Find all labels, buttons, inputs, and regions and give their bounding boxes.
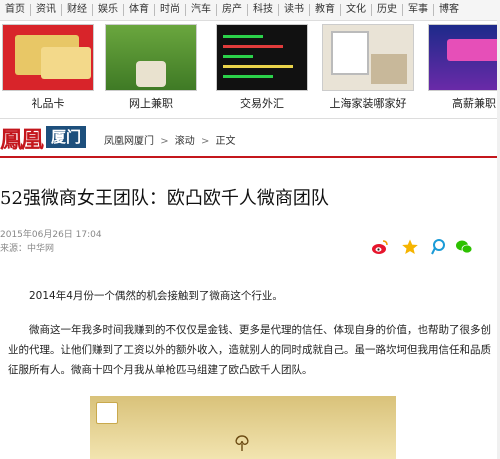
ad-caption[interactable]: 网上兼职: [105, 95, 197, 111]
nav-item-military[interactable]: 军事: [403, 4, 434, 16]
ad-online-job[interactable]: 网上兼职: [105, 24, 197, 111]
article-image[interactable]: [90, 396, 396, 459]
top-navigation: 首页 资讯 财经 娱乐 体育 时尚 汽车 房产 科技 读书 教育 文化 历史 军…: [0, 0, 500, 21]
weibo-icon[interactable]: [371, 238, 389, 256]
ornament-icon: [235, 435, 249, 451]
nav-item-house[interactable]: 房产: [217, 4, 248, 16]
breadcrumb-home[interactable]: 凤凰网厦门: [104, 136, 154, 147]
ad-caption[interactable]: 礼品卡: [2, 95, 94, 111]
ad-image[interactable]: [428, 24, 500, 91]
nav-item-news[interactable]: 资讯: [31, 4, 62, 16]
article-paragraph: 2014年4月份一个偶然的机会接触到了微商这个行业。: [29, 290, 283, 302]
ad-strip: 礼品卡 网上兼职 交易外汇 上海家装哪家好 高薪兼职: [0, 24, 500, 114]
star-icon[interactable]: [401, 238, 419, 256]
ad-high-pay-job[interactable]: 高薪兼职: [428, 24, 500, 111]
nav-item-fashion[interactable]: 时尚: [155, 4, 186, 16]
nav-item-books[interactable]: 读书: [279, 4, 310, 16]
ad-caption[interactable]: 高薪兼职: [428, 95, 500, 111]
breadcrumb-separator: >: [200, 136, 210, 147]
wechat-icon[interactable]: [455, 238, 473, 256]
breadcrumb-current: 正文: [215, 136, 236, 147]
nav-item-history[interactable]: 历史: [372, 4, 403, 16]
nav-item-auto[interactable]: 汽车: [186, 4, 217, 16]
site-logo[interactable]: 鳳凰 厦门: [0, 120, 87, 154]
logo-city[interactable]: 厦门: [46, 126, 87, 148]
divider: [0, 118, 500, 119]
breadcrumb-separator: >: [160, 136, 169, 147]
ad-gift-card[interactable]: 礼品卡: [2, 24, 94, 111]
nav-item-culture[interactable]: 文化: [341, 4, 372, 16]
article-source: 来源：中华网: [0, 244, 55, 254]
breadcrumb: 凤凰网厦门 > 滚动 > 正文: [104, 132, 236, 147]
article-paragraph: 微商这一年我多时间我赚到的不仅仅是金钱、更多是代理的信任、体现自身的价值，也帮助…: [8, 324, 491, 376]
nav-item-finance[interactable]: 财经: [62, 4, 93, 16]
ad-caption[interactable]: 交易外汇: [216, 95, 308, 111]
logo-brand[interactable]: 鳳凰: [0, 120, 44, 154]
nav-item-sports[interactable]: 体育: [124, 4, 155, 16]
breadcrumb-section[interactable]: 滚动: [175, 136, 195, 147]
nav-item-home[interactable]: 首页: [0, 4, 31, 16]
article-title: 52强微商女王团队：欧凸欧千人微商团队: [0, 188, 329, 209]
ad-image[interactable]: [216, 24, 308, 91]
nav-item-blog[interactable]: 博客: [434, 4, 464, 16]
image-expand-icon[interactable]: [96, 402, 118, 424]
ad-image[interactable]: [322, 24, 414, 91]
header-rule: [0, 156, 500, 158]
nav-item-edu[interactable]: 教育: [310, 4, 341, 16]
ad-forex[interactable]: 交易外汇: [216, 24, 308, 111]
article-meta: 2015年06月26日 17:04 来源：中华网: [0, 228, 102, 256]
ad-home-decor[interactable]: 上海家装哪家好: [322, 24, 414, 111]
ad-image[interactable]: [105, 24, 197, 91]
nav-item-ent[interactable]: 娱乐: [93, 4, 124, 16]
nav-item-tech[interactable]: 科技: [248, 4, 279, 16]
tencent-weibo-icon[interactable]: [429, 238, 447, 256]
article-body: 2014年4月份一个偶然的机会接触到了微商这个行业。 微商这一年我多时间我赚到的…: [8, 286, 492, 394]
article-date: 2015年06月26日 17:04: [0, 230, 102, 240]
ad-image[interactable]: [2, 24, 94, 91]
ad-caption[interactable]: 上海家装哪家好: [322, 95, 414, 111]
